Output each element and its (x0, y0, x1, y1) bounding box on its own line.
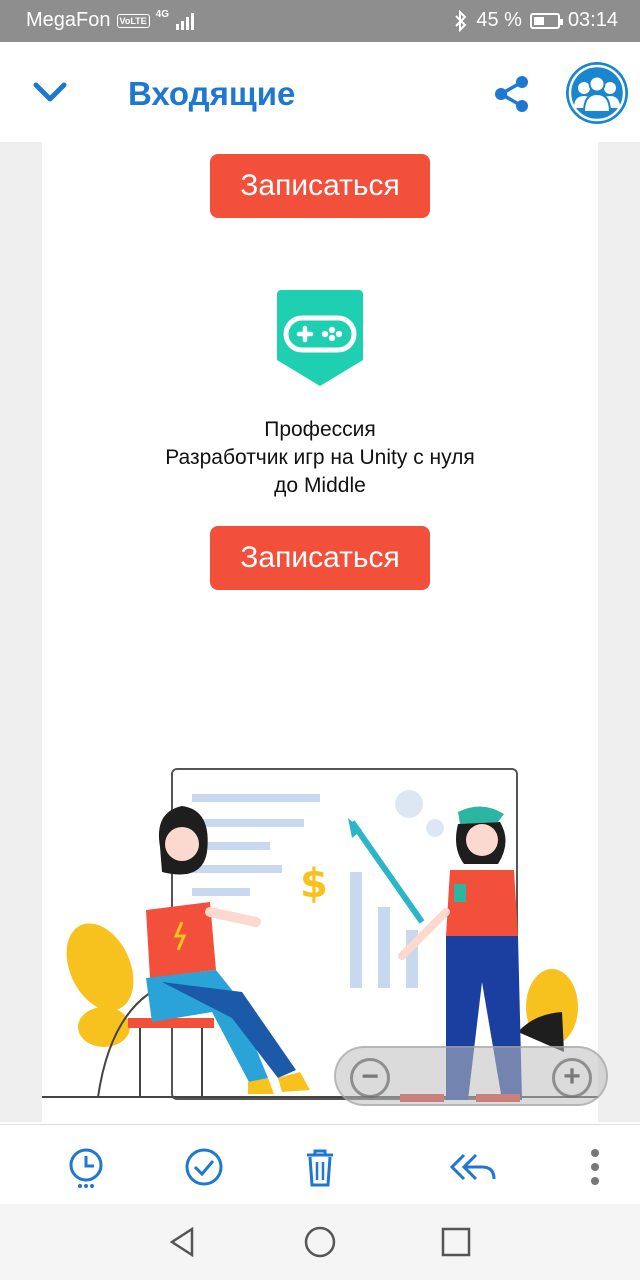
clock: 03:14 (567, 9, 618, 31)
trash-icon[interactable] (298, 1145, 342, 1189)
signal-icon (176, 12, 195, 30)
course-line-1: Профессия (264, 418, 376, 441)
home-circle-icon[interactable] (302, 1224, 338, 1260)
more-icon[interactable] (580, 1145, 610, 1189)
svg-text:$: $ (300, 861, 328, 907)
email-card: Записаться Профессия Разработчик игр на … (42, 142, 598, 1122)
gamepad-badge-icon (277, 290, 363, 386)
bottom-toolbar (0, 1124, 640, 1204)
back-triangle-icon[interactable] (164, 1224, 200, 1260)
battery-icon (529, 12, 563, 29)
app-header: Входящие (0, 42, 640, 142)
page-title: Входящие (128, 75, 296, 112)
battery-percent: 45 % (476, 9, 522, 31)
group-icon (568, 64, 626, 122)
enroll-button[interactable]: Записаться (210, 526, 430, 590)
email-body[interactable]: Записаться Профессия Разработчик игр на … (0, 142, 640, 1122)
enroll-button[interactable]: Записаться (210, 154, 430, 218)
bluetooth-icon (455, 9, 467, 32)
zoom-out-button[interactable]: − (350, 1058, 390, 1098)
recents-square-icon[interactable] (438, 1224, 474, 1260)
done-icon[interactable] (182, 1145, 226, 1189)
snooze-icon[interactable] (66, 1145, 110, 1189)
zoom-controls: − + (334, 1046, 608, 1106)
share-icon[interactable] (492, 74, 532, 114)
zoom-in-button[interactable]: + (552, 1058, 592, 1098)
volte-badge: VoLTE (116, 13, 150, 28)
carrier-name: MegaFon (26, 9, 111, 31)
avatar[interactable] (566, 62, 628, 124)
course-line-3: до Middle (274, 474, 366, 497)
system-nav-bar (0, 1204, 640, 1280)
chevron-down-icon[interactable] (30, 77, 70, 107)
status-bar: MegaFon VoLTE 4G 45 % 03:14 (0, 0, 640, 42)
course-line-2: Разработчик игр на Unity с нуля (165, 446, 475, 469)
course-title: Профессия Разработчик игр на Unity с нул… (42, 416, 598, 500)
network-type: 4G (155, 9, 170, 20)
reply-all-icon[interactable] (446, 1145, 500, 1189)
